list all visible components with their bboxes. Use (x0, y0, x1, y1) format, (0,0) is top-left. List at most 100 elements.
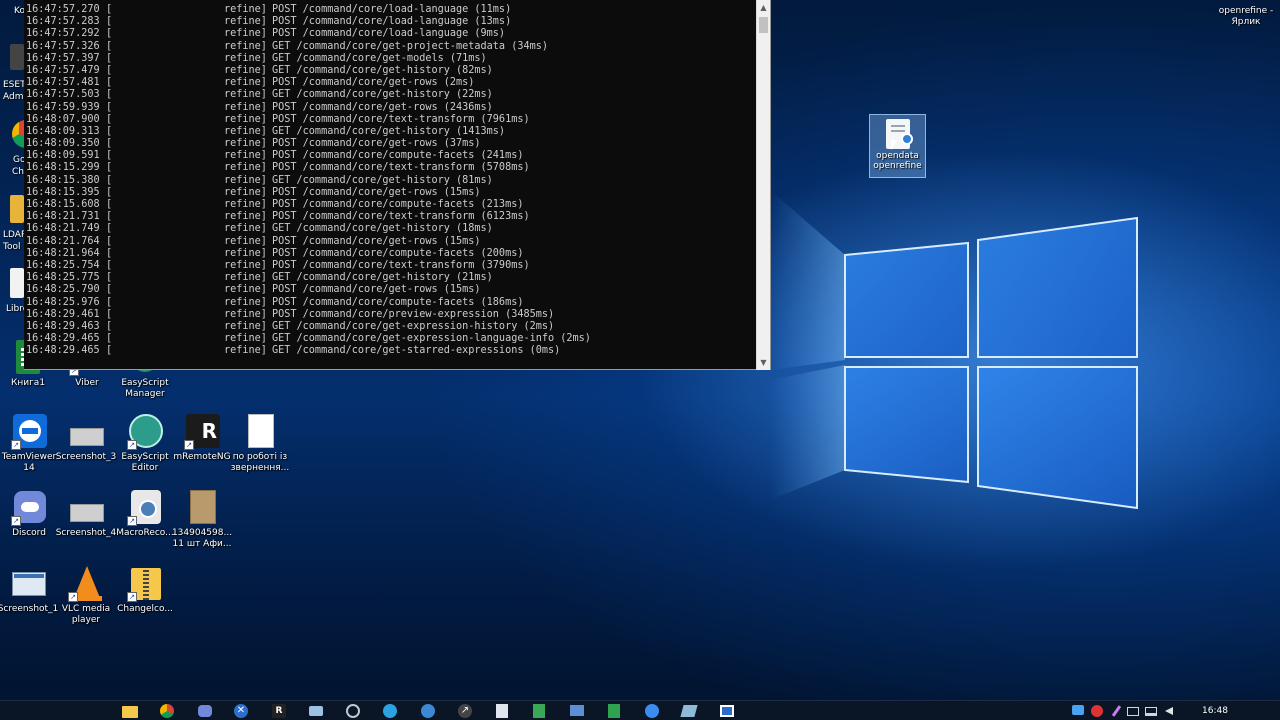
openrefine-shortcut[interactable]: openrefine - Ярлик (1214, 6, 1278, 28)
console-log-line: 16:48:29.463 [refine] GET /command/core/ge… (26, 321, 756, 333)
tray-pen-icon[interactable] (1110, 705, 1122, 717)
log-timestamp: 16:47:57.292 (26, 28, 100, 40)
log-source: refine] (224, 320, 267, 332)
chrome-icon[interactable] (160, 704, 176, 718)
desktop-icon-po-roboti[interactable]: по роботі із звернення... (229, 414, 291, 474)
icon-label: по роботі із (232, 452, 288, 462)
console-log-line: 16:48:21.749 [refine] GET /command/core/ge… (26, 223, 756, 235)
console-log-line: 16:48:09.350 [refine] POST /command/core/g… (26, 138, 756, 150)
log-source: refine] (224, 199, 267, 210)
window-app-icon[interactable] (720, 704, 736, 718)
log-timestamp: 16:48:07.900 (26, 113, 100, 125)
folder-zip-icon: ↗ (127, 566, 163, 602)
network-icon[interactable] (346, 704, 362, 718)
tray-keyboard-icon[interactable] (1127, 705, 1139, 717)
log-source: refine] (224, 89, 267, 101)
log-bracket: [ (106, 308, 113, 320)
log-timestamp: 16:48:15.299 (26, 162, 100, 174)
desktop-icon-mremoteng[interactable]: R ↗ mRemoteNG (171, 414, 233, 463)
log-bracket: [ (106, 211, 113, 223)
tray-eset-icon[interactable] (1091, 705, 1103, 717)
tray-volume-icon[interactable] (1165, 705, 1177, 717)
log-timestamp: 16:48:15.395 (26, 186, 100, 198)
log-bracket: [ (106, 113, 113, 125)
scroll-down-arrow-icon[interactable]: ▼ (757, 355, 770, 370)
file-explorer-icon[interactable] (122, 704, 138, 718)
taskbar-clock[interactable]: 16:48 (1202, 706, 1228, 716)
desktop-icon-vlc[interactable]: ↗ VLC media player (55, 566, 117, 626)
notes-icon[interactable] (680, 704, 698, 718)
log-timestamp: 16:48:09.313 (26, 125, 100, 137)
desktop-icon-screenshot4[interactable]: Screenshot_4 (55, 490, 117, 539)
log-source: refine] (224, 64, 267, 76)
log-timestamp: 16:48:15.380 (26, 174, 100, 186)
log-timestamp: 16:48:09.350 (26, 138, 100, 150)
log-source: refine] (224, 125, 267, 137)
log-bracket: [ (106, 235, 113, 247)
log-source: refine] (224, 40, 267, 52)
libreoffice-calc-icon[interactable] (608, 704, 624, 718)
log-timestamp: 16:48:29.463 (26, 320, 100, 332)
log-source: refine] (224, 162, 267, 174)
console-window[interactable]: 16:47:57.270 [refine] POST /command/core/l… (24, 0, 771, 370)
log-bracket: [ (106, 333, 113, 345)
desktop-icon-easyscript-editor[interactable]: ↗ EasyScript Editor (114, 414, 176, 474)
discord-icon[interactable] (198, 704, 214, 718)
satellite-icon[interactable] (309, 704, 325, 718)
log-timestamp: 16:47:57.479 (26, 64, 100, 76)
taskbar[interactable]: ✕ R ↗ 16:48 (0, 700, 1280, 720)
log-source: refine] (224, 77, 267, 89)
console-log-line: 16:48:25.976 [refine] POST /command/core/c… (26, 297, 756, 309)
icon-label: Discord (12, 528, 46, 538)
scroll-up-arrow-icon[interactable]: ▲ (757, 0, 770, 15)
icon-label-2: Manager (125, 389, 165, 399)
log-message: GET /command/core/get-project-metadata (… (272, 40, 549, 52)
desktop-icon-macroreco[interactable]: ↗ MacroReco... (114, 490, 176, 539)
document-icon (242, 414, 278, 450)
log-message: POST /command/core/text-transform (5708m… (272, 162, 530, 174)
console-log-line: 16:47:57.481 [refine] POST /command/core/g… (26, 77, 756, 89)
tray-network-icon[interactable] (1145, 705, 1157, 717)
console-log-line: 16:47:57.397 [refine] GET /command/core/ge… (26, 53, 756, 65)
mremoteng-icon[interactable]: R (272, 704, 288, 718)
tray-app-icon[interactable] (1072, 705, 1084, 717)
scroll-thumb[interactable] (759, 17, 768, 33)
log-source: refine] (224, 247, 267, 259)
telegram-icon[interactable] (383, 704, 399, 718)
desktop-icon-teamviewer[interactable]: ↗ TeamViewer 14 (0, 414, 60, 474)
icon-label: EasyScript (121, 378, 169, 388)
arrow-app-icon[interactable]: ↗ (458, 704, 474, 718)
log-timestamp: 16:48:25.754 (26, 259, 100, 271)
log-bracket: [ (106, 174, 113, 186)
libre-icon-partial[interactable] (10, 268, 24, 298)
desktop-icon-photo[interactable]: 134904598... 11 шт Афи... (171, 490, 233, 550)
log-timestamp: 16:47:57.397 (26, 52, 100, 64)
console-scrollbar[interactable]: ▲ ▼ (756, 0, 770, 370)
log-timestamp: 16:47:57.283 (26, 16, 100, 28)
xmind-icon[interactable]: ✕ (234, 704, 250, 718)
remote-desktop-icon[interactable] (570, 704, 586, 718)
log-source: refine] (224, 308, 267, 320)
notepad-icon[interactable] (496, 704, 512, 718)
torrent-icon[interactable] (421, 704, 437, 718)
eset-icon-partial[interactable] (10, 44, 24, 70)
discord-icon: ↗ (11, 490, 47, 526)
mremoteng-icon: R ↗ (184, 414, 220, 450)
desktop-icon-screenshot1[interactable]: Screenshot_1 (0, 566, 59, 615)
log-timestamp: 16:47:57.326 (26, 40, 100, 52)
log-message: POST /command/core/compute-facets (213ms… (272, 199, 524, 210)
icon-label: EasyScript (121, 452, 169, 462)
desktop-icon-changelog[interactable]: ↗ Changelco... (114, 566, 176, 615)
console-log-line: 16:47:57.292 [refine] POST /command/core/l… (26, 28, 756, 40)
icon-label: Changelco... (117, 604, 173, 614)
console-log-line: 16:48:15.380 [refine] GET /command/core/ge… (26, 175, 756, 187)
log-message: GET /command/core/get-history (22ms) (272, 89, 493, 101)
opendata-openrefine-icon[interactable]: opendata openrefine (869, 114, 926, 178)
desktop-icon-screenshot3[interactable]: Screenshot_3 (55, 414, 117, 463)
ldap-icon-partial[interactable] (10, 195, 24, 223)
spreadsheet-icon[interactable] (533, 704, 549, 718)
browser-icon[interactable] (645, 704, 661, 718)
log-source: refine] (224, 150, 267, 162)
console-log-line: 16:48:09.313 [refine] GET /command/core/ge… (26, 126, 756, 138)
desktop-icon-discord[interactable]: ↗ Discord (0, 490, 60, 539)
